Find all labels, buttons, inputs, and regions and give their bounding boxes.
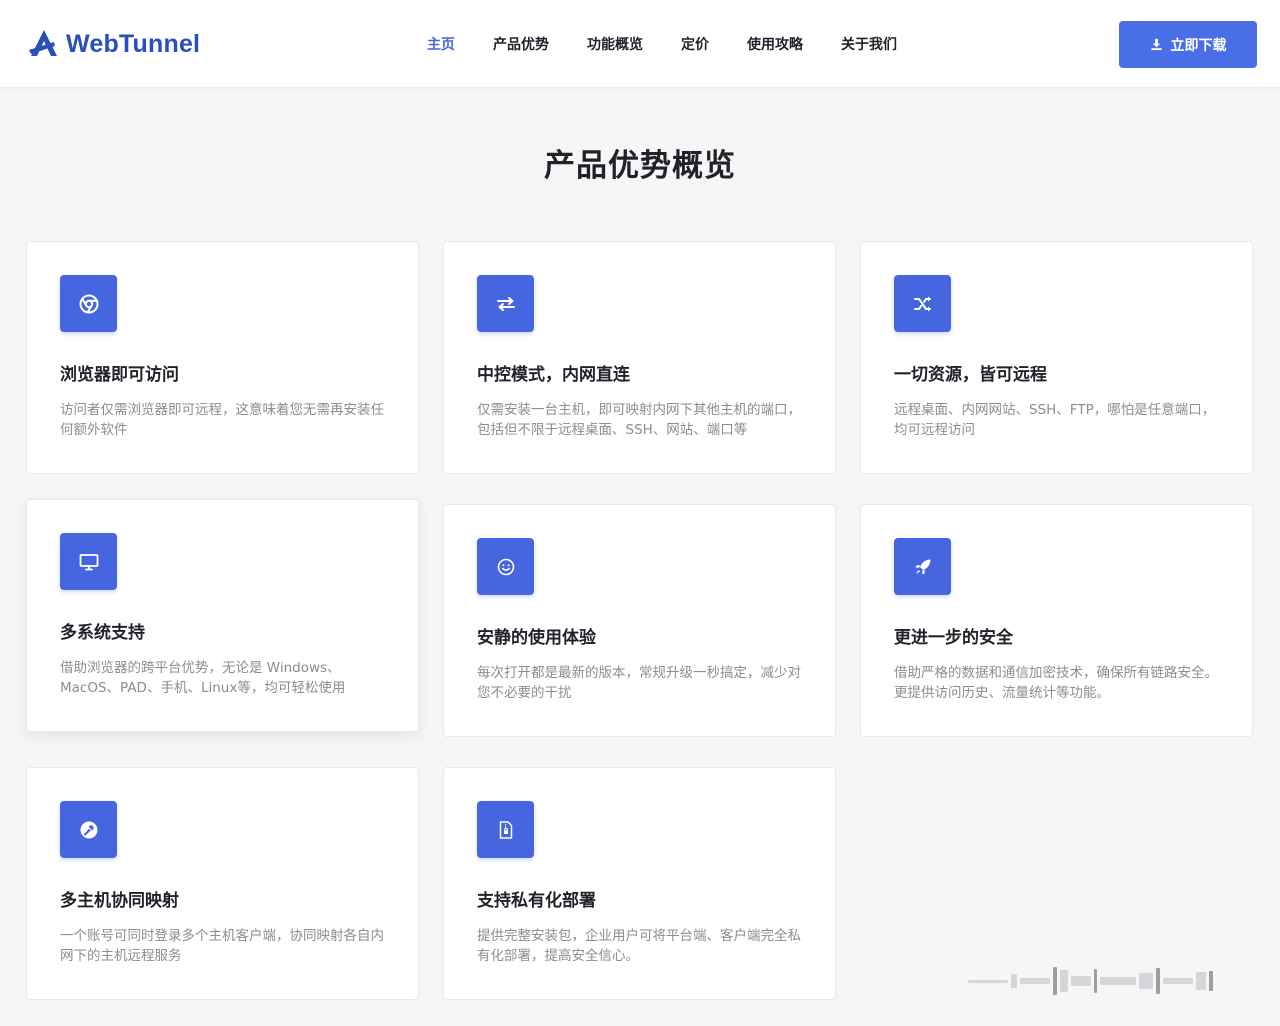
nav-item-features[interactable]: 功能概览 — [587, 34, 643, 54]
card-description: 借助浏览器的跨平台优势，无论是 Windows、MacOS、PAD、手机、Lin… — [60, 660, 346, 696]
nav-item-about[interactable]: 关于我们 — [841, 34, 897, 54]
feature-card-remote-resources: 一切资源，皆可远程 远程桌面、内网网站、SSH、FTP，哪怕是任意端口，均可远程… — [860, 241, 1253, 474]
rocket-icon — [915, 559, 930, 574]
feature-card-private-deploy: 支持私有化部署 提供完整安装包，企业用户可将平台端、客户端完全私有化部署，提高安… — [443, 767, 836, 1000]
card-description: 访问者仅需浏览器即可远程，这意味着您无需再安装任何额外软件 — [60, 402, 384, 438]
monitor-icon — [79, 553, 98, 570]
nav-item-home[interactable]: 主页 — [427, 34, 455, 54]
logo-text: WebTunnel — [66, 29, 201, 58]
feature-card-security: 更进一步的安全 借助严格的数据和通信加密技术，确保所有链路安全。更提供访问历史、… — [860, 504, 1253, 737]
card-icon-box — [60, 801, 117, 858]
card-icon-box — [60, 533, 117, 590]
webtunnel-logo-icon — [29, 30, 57, 56]
nav-item-advantages[interactable]: 产品优势 — [493, 34, 549, 54]
card-description: 远程桌面、内网网站、SSH、FTP，哪怕是任意端口，均可远程访问 — [894, 402, 1216, 438]
download-button-label: 立即下载 — [1170, 36, 1227, 53]
feature-card-quiet-experience: 安静的使用体验 每次打开都是最新的版本，常规升级一秒搞定，减少对您不必要的干扰 — [443, 504, 836, 737]
card-title: 中控模式，内网直连 — [477, 365, 630, 385]
card-title: 安静的使用体验 — [477, 628, 596, 648]
top-header: WebTunnel 主页 产品优势 功能概览 定价 使用攻略 关于我们 立即下载 — [0, 0, 1280, 88]
card-icon-box — [477, 275, 534, 332]
feature-card-multi-system: 多系统支持 借助浏览器的跨平台优势，无论是 Windows、MacOS、PAD、… — [26, 499, 419, 732]
shuffle-icon — [913, 296, 931, 311]
nav-item-guide[interactable]: 使用攻略 — [747, 34, 803, 54]
card-title: 浏览器即可访问 — [60, 365, 179, 385]
card-icon-box — [894, 538, 951, 595]
hammer-icon — [80, 821, 97, 838]
card-title: 更进一步的安全 — [894, 628, 1013, 648]
card-icon-box — [477, 801, 534, 858]
feature-card-central-control: 中控模式，内网直连 仅需安装一台主机，即可映射内网下其他主机的端口，包括但不限于… — [443, 241, 836, 474]
download-button[interactable]: 立即下载 — [1119, 21, 1257, 68]
main-nav: 主页 产品优势 功能概览 定价 使用攻略 关于我们 — [408, 0, 916, 88]
card-description: 提供完整安装包，企业用户可将平台端、客户端完全私有化部署，提高安全信心。 — [477, 928, 801, 964]
site-logo[interactable]: WebTunnel — [28, 28, 200, 60]
file-lock-icon — [499, 820, 512, 839]
card-title: 一切资源，皆可远程 — [894, 365, 1047, 385]
card-description: 每次打开都是最新的版本，常规升级一秒搞定，减少对您不必要的干扰 — [477, 665, 801, 701]
card-description: 一个账号可同时登录多个主机客户端，协同映射各自内网下的主机远程服务 — [60, 928, 384, 964]
chrome-icon — [79, 294, 98, 313]
download-icon — [1150, 38, 1162, 51]
smile-icon — [497, 558, 514, 575]
feature-card-multi-host: 多主机协同映射 一个账号可同时登录多个主机客户端，协同映射各自内网下的主机远程服… — [26, 767, 419, 1000]
nav-item-pricing[interactable]: 定价 — [681, 34, 709, 54]
feature-card-browser: 浏览器即可访问 访问者仅需浏览器即可远程，这意味着您无需再安装任何额外软件 — [26, 241, 419, 474]
card-title: 多主机协同映射 — [60, 891, 179, 911]
section-title: 产品优势概览 — [544, 148, 736, 184]
card-icon-box — [60, 275, 117, 332]
card-icon-box — [894, 275, 951, 332]
card-description: 借助严格的数据和通信加密技术，确保所有链路安全。更提供访问历史、流量统计等功能。 — [894, 665, 1218, 701]
card-icon-box — [477, 538, 534, 595]
card-title: 支持私有化部署 — [477, 891, 596, 911]
card-title: 多系统支持 — [60, 623, 145, 643]
card-description: 仅需安装一台主机，即可映射内网下其他主机的端口，包括但不限于远程桌面、SSH、网… — [477, 402, 801, 438]
exchange-icon — [496, 296, 515, 311]
watermark — [968, 962, 1254, 1000]
